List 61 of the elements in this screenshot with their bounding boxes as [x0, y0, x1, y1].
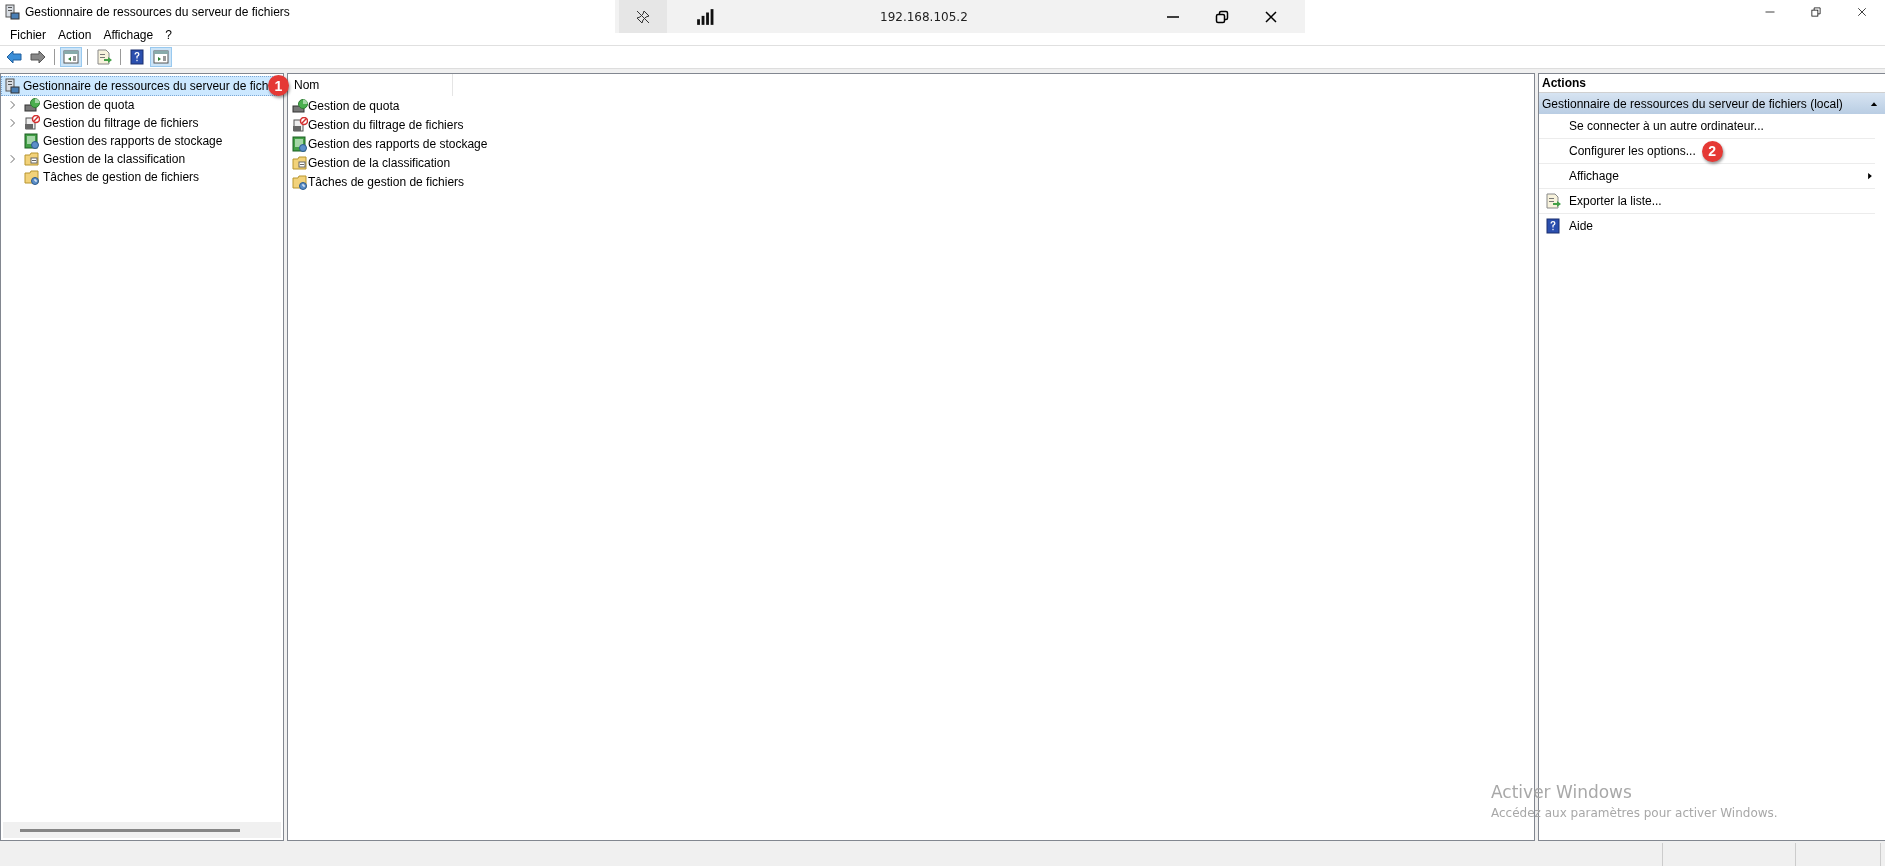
callout-badge: 2 — [1701, 140, 1723, 162]
menu-item[interactable]: Action — [52, 27, 98, 42]
actions-section-header[interactable]: Gestionnaire de ressources du serveur de fichiers (local) — [1539, 93, 1885, 114]
action-label: Se connecter à un autre ordinateur... — [1569, 119, 1764, 133]
help-icon — [129, 49, 145, 65]
report-icon — [292, 135, 308, 152]
section-title: Gestionnaire de ressources du serveur de fichiers (local) — [1542, 96, 1843, 111]
column-header[interactable]: Nom — [288, 74, 453, 96]
action-link[interactable]: Aide — [1539, 214, 1875, 238]
minimize-icon — [1764, 11, 1776, 13]
pane-right-icon — [153, 49, 169, 65]
action-link[interactable]: Affichage — [1539, 164, 1875, 189]
list-item[interactable]: Gestion de quota — [288, 96, 1534, 115]
tree-item[interactable]: Tâches de gestion de fichiers — [1, 168, 283, 186]
signal-icon — [695, 7, 715, 26]
help-icon — [1545, 218, 1561, 234]
menu-item[interactable]: ? — [159, 27, 178, 42]
unpin-icon — [635, 8, 651, 25]
list-item[interactable]: Tâches de gestion de fichiers — [288, 172, 1534, 191]
restore-icon — [1810, 6, 1822, 18]
list-item[interactable]: Gestion du filtrage de fichiers — [288, 115, 1534, 134]
close-icon — [1856, 6, 1868, 18]
folder-icon — [24, 151, 40, 167]
back-arrow-icon — [6, 49, 22, 65]
server-icon — [4, 78, 20, 94]
forward-arrow-icon — [30, 49, 46, 65]
list-item[interactable]: Gestion des rapports de stockage — [288, 134, 1534, 153]
tree-item[interactable]: Gestion du filtrage de fichiers — [1, 114, 283, 132]
server-icon — [4, 4, 20, 20]
export-icon — [1545, 193, 1561, 209]
action-label: Affichage — [1569, 169, 1619, 183]
tree-item[interactable]: Gestion de quota — [1, 96, 283, 114]
action-label: Configurer les options... — [1569, 144, 1696, 158]
remote-address: 192.168.105.2 — [880, 9, 968, 24]
action-link[interactable]: Se connecter à un autre ordinateur... — [1539, 114, 1875, 139]
action-label: Exporter la liste... — [1569, 194, 1662, 208]
action-link[interactable]: Exporter la liste... — [1539, 189, 1875, 214]
list-item[interactable]: Gestion de la classification — [288, 153, 1534, 172]
export-icon — [96, 49, 112, 65]
scrollbar-thumb[interactable] — [20, 828, 240, 832]
menu-item[interactable]: Fichier — [4, 27, 52, 42]
screening-icon — [24, 115, 40, 131]
disk-icon — [24, 97, 40, 113]
window-title: Gestionnaire de ressources du serveur de fichiers — [25, 5, 290, 19]
close-icon — [1262, 8, 1279, 25]
report-icon — [24, 133, 40, 149]
horizontal-scrollbar[interactable] — [3, 822, 281, 838]
tree-item[interactable]: Gestion des rapports de stockage — [1, 132, 283, 150]
disk-icon — [292, 97, 308, 114]
action-link[interactable]: Configurer les options... 2 — [1539, 139, 1875, 164]
folder-icon — [292, 173, 308, 190]
pane-left-icon — [63, 49, 79, 65]
action-label: Aide — [1569, 219, 1594, 233]
folder-icon — [292, 154, 308, 171]
pin-button[interactable] — [619, 0, 667, 33]
folder-icon — [24, 169, 40, 185]
screening-icon — [292, 116, 308, 133]
minimize-icon — [1164, 15, 1181, 18]
restore-icon — [1213, 8, 1230, 25]
tree-item[interactable]: Gestion de la classification — [1, 150, 283, 168]
menu-item[interactable]: Affichage — [97, 27, 160, 42]
